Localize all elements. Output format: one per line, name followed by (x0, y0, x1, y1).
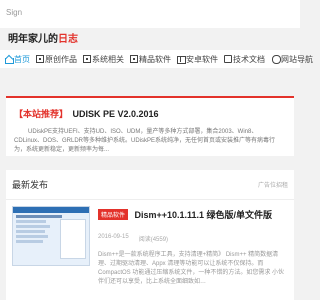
nav-item-android[interactable]: 安卓软件 (177, 54, 218, 65)
post-meta: 2016-09-15 阅读(4559) (98, 234, 288, 243)
link-icon (272, 55, 281, 64)
post-title[interactable]: Dism++10.1.11.1 绿色版/单文件版 (134, 210, 272, 220)
sign-link[interactable]: Sign (6, 8, 22, 17)
post-excerpt: Dism++是一款系统程序工具，支持清理+精简》 Dism++ 精简数据清理、过… (98, 252, 285, 285)
nav-item-label: 系统相关 (92, 54, 124, 64)
featured-title[interactable]: UDISK PE V2.0.2016 (72, 109, 158, 119)
nav-item-software[interactable]: 精品软件 (130, 54, 171, 65)
main-nav: 首页 原创作品 系统相关 精品软件 安卓软件 技术文档 网站导航 (0, 50, 313, 68)
thumbnail-row (16, 240, 44, 243)
thumbnail-row (16, 225, 51, 228)
nav-item-label: 原创作品 (45, 54, 77, 64)
grid-icon (36, 55, 44, 63)
featured-description: UDiskPE支持UEFI、支持UD、ISO、UDM，量产等多种方式部署，集合2… (14, 129, 276, 153)
home-icon (5, 55, 14, 64)
thumbnail-row (16, 215, 62, 218)
thumbnail-row (16, 235, 48, 238)
nav-item-label: 安卓软件 (186, 54, 218, 64)
thumbnail-row (16, 220, 47, 223)
nav-item-system[interactable]: 系统相关 (83, 54, 124, 65)
top-bar: Sign (0, 0, 300, 28)
grid-icon (83, 55, 91, 63)
featured-announcement: 【本站推荐】 UDISK PE V2.0.2016 UDiskPE支持UEFI、… (6, 96, 294, 156)
post-category-badge[interactable]: 精品软件 (98, 209, 129, 221)
nav-item-home[interactable]: 首页 (5, 54, 30, 65)
post-entry: 精品软件 Dism++10.1.11.1 绿色版/单文件版 2016-09-15… (98, 206, 288, 287)
book-icon (224, 55, 232, 63)
grid-icon (130, 55, 138, 63)
thumbnail-row (16, 230, 45, 233)
nav-item-label: 网站导航 (281, 54, 313, 64)
nav-item-original-works[interactable]: 原创作品 (36, 54, 77, 65)
nav-item-docs[interactable]: 技术文档 (224, 54, 265, 65)
latest-header: 最新发布 广告位招租 (6, 170, 294, 200)
nav-item-label: 精品软件 (139, 54, 171, 64)
latest-heading: 最新发布 (12, 180, 49, 190)
nav-item-label: 首页 (14, 54, 30, 64)
latest-section: 最新发布 广告位招租 精品软件 Dism++10.1.11.1 绿色版/单文件版… (6, 170, 294, 300)
site-title-highlight: 日志 (58, 34, 78, 45)
thumbnail-panel (60, 219, 86, 259)
post-views: 阅读(4559) (138, 237, 169, 243)
nav-item-site-nav[interactable]: 网站导航 (272, 54, 313, 65)
thumbnail-titlebar (13, 207, 89, 213)
post-date: 2016-09-15 (98, 234, 129, 240)
featured-tag: 【本站推荐】 (14, 109, 69, 119)
site-title-prefix: 明年家儿的 (8, 34, 58, 45)
nav-item-label: 技术文档 (233, 54, 265, 64)
android-icon (177, 55, 186, 64)
site-logo[interactable]: 明年家儿的日志 (8, 30, 78, 45)
ad-placeholder[interactable]: 广告位招租 (258, 180, 288, 189)
post-thumbnail[interactable] (12, 206, 90, 266)
